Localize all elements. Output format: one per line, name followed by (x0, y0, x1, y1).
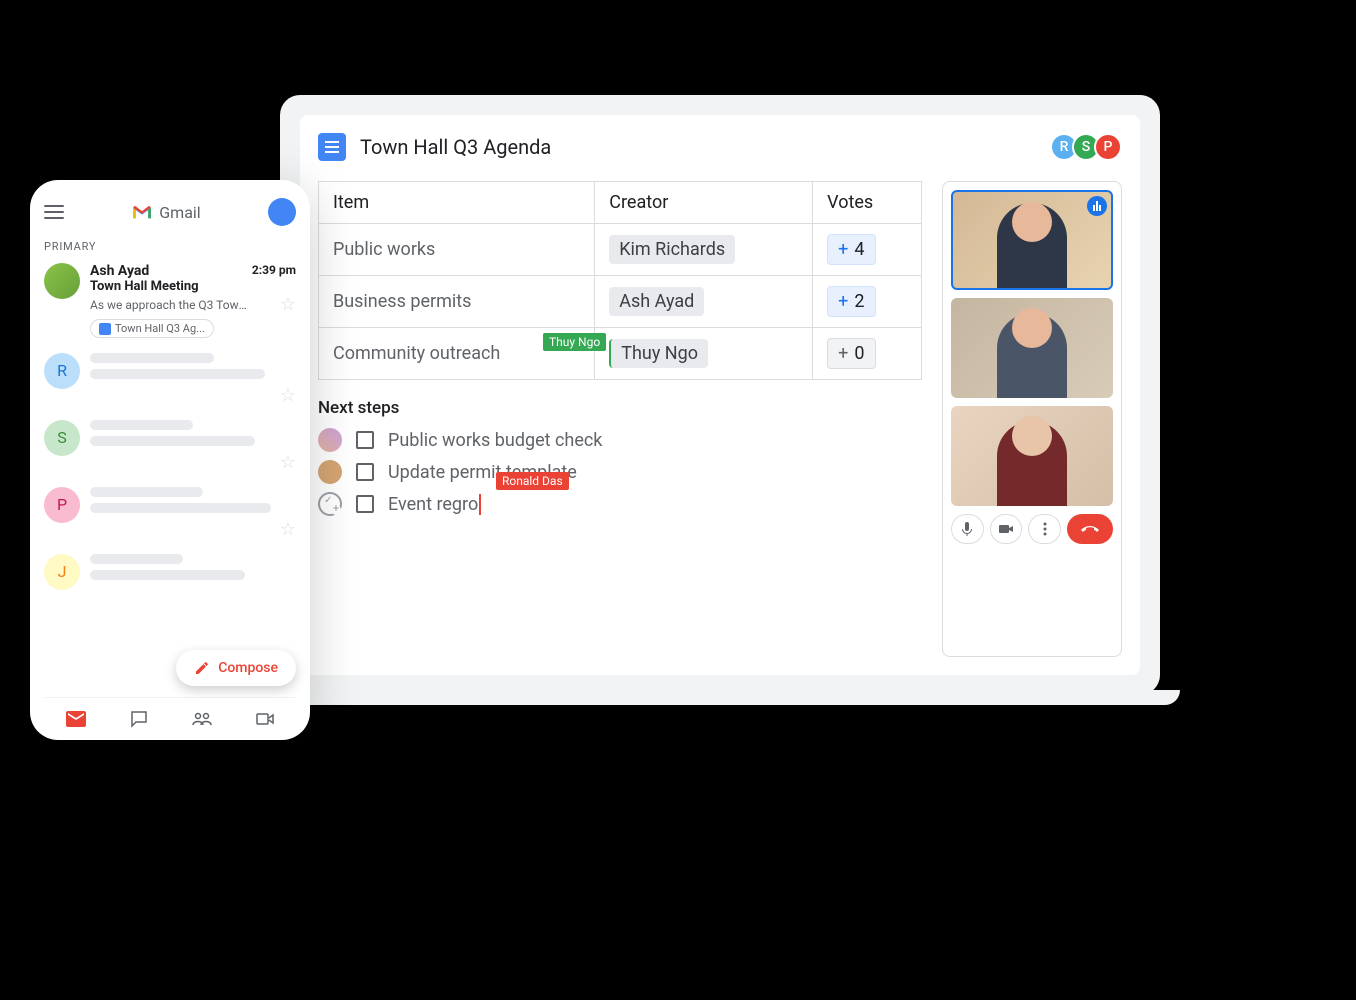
doc-header: Town Hall Q3 Agenda R S P (318, 133, 1122, 161)
meet-controls (951, 514, 1113, 544)
meet-tile[interactable] (951, 298, 1113, 398)
email-subject: Town Hall Meeting (90, 279, 296, 294)
doc-main-content[interactable]: Item Creator Votes Public works Kim Rich… (318, 181, 922, 657)
gmail-brand: Gmail (131, 203, 200, 222)
step-row[interactable]: Event regro Ronald Das (318, 492, 922, 516)
agenda-table[interactable]: Item Creator Votes Public works Kim Rich… (318, 181, 922, 380)
more-button[interactable] (1028, 514, 1061, 544)
plus-icon: + (838, 239, 848, 260)
collaborators: R S P (1056, 133, 1122, 161)
table-header-votes: Votes (813, 182, 922, 224)
collaborator-avatar-p[interactable]: P (1094, 133, 1122, 161)
meet-icon[interactable] (254, 708, 276, 730)
table-header-item: Item (319, 182, 595, 224)
sender-avatar[interactable]: S (44, 420, 80, 456)
star-icon[interactable]: ☆ (280, 519, 296, 540)
phone-device: Gmail PRIMARY Ash Ayad 2:39 pm Town Hall… (30, 180, 310, 740)
vote-chip[interactable]: +0 (827, 338, 875, 369)
checkbox[interactable] (356, 431, 374, 449)
item-cell[interactable]: Public works (319, 224, 595, 276)
item-cell[interactable]: Business permits (319, 276, 595, 328)
table-header-creator: Creator (595, 182, 813, 224)
docs-icon (99, 323, 111, 335)
sender-avatar[interactable]: R (44, 353, 80, 389)
step-row[interactable]: Update permit template (318, 460, 922, 484)
email-time: 2:39 pm (252, 263, 296, 277)
sender-avatar[interactable]: P (44, 487, 80, 523)
collaborator-cursor-label: Ronald Das (496, 472, 569, 490)
pencil-icon (194, 660, 210, 676)
assignee-avatar[interactable] (318, 428, 342, 452)
table-row[interactable]: Public works Kim Richards +4 (319, 224, 922, 276)
gmail-app-name: Gmail (159, 203, 200, 222)
doc-title[interactable]: Town Hall Q3 Agenda (360, 135, 1056, 159)
step-row[interactable]: Public works budget check (318, 428, 922, 452)
next-steps-heading: Next steps (318, 398, 922, 418)
vote-chip[interactable]: +2 (827, 286, 875, 317)
email-item[interactable]: Ash Ayad 2:39 pm Town Hall Meeting As we… (44, 263, 296, 339)
assignee-avatar[interactable] (318, 460, 342, 484)
step-text[interactable]: Event regro (388, 494, 481, 515)
creator-chip[interactable]: Ash Ayad (609, 287, 704, 316)
docs-icon (318, 133, 346, 161)
email-item[interactable]: R ☆ (44, 353, 296, 406)
sender-avatar[interactable] (44, 263, 80, 299)
docs-window: Town Hall Q3 Agenda R S P Item Creator V… (300, 115, 1140, 675)
table-row[interactable]: Community outreach Thuy Ngo +0 (319, 328, 922, 380)
mail-icon[interactable] (65, 708, 87, 730)
table-row[interactable]: Business permits Ash Ayad +2 (319, 276, 922, 328)
email-sender: Ash Ayad (90, 263, 149, 279)
video-button[interactable] (990, 514, 1023, 544)
meet-tile[interactable] (951, 406, 1113, 506)
gmail-logo-icon (131, 204, 153, 220)
meet-panel (942, 181, 1122, 657)
sender-avatar[interactable]: J (44, 554, 80, 590)
chat-icon[interactable] (128, 708, 150, 730)
inbox-section-label: PRIMARY (44, 240, 296, 253)
spaces-icon[interactable] (191, 708, 213, 730)
gmail-header: Gmail (44, 198, 296, 226)
mic-button[interactable] (951, 514, 984, 544)
laptop-device: Town Hall Q3 Agenda R S P Item Creator V… (280, 95, 1160, 695)
email-preview: As we approach the Q3 Town Ha... (90, 298, 250, 312)
attachment-chip[interactable]: Town Hall Q3 Ag... (90, 319, 214, 338)
plus-icon: + (838, 291, 848, 312)
menu-icon[interactable] (44, 205, 64, 219)
step-text[interactable]: Public works budget check (388, 430, 602, 451)
email-item[interactable]: S ☆ (44, 420, 296, 473)
vote-chip[interactable]: +4 (827, 234, 875, 265)
laptop-base (260, 690, 1180, 705)
checkbox[interactable] (356, 463, 374, 481)
star-icon[interactable]: ☆ (280, 452, 296, 473)
email-item[interactable]: P ☆ (44, 487, 296, 540)
profile-avatar[interactable] (268, 198, 296, 226)
meet-tile[interactable] (951, 190, 1113, 290)
star-icon[interactable]: ☆ (280, 385, 296, 406)
compose-button[interactable]: Compose (176, 650, 296, 686)
compose-label: Compose (218, 660, 278, 676)
assign-icon[interactable] (318, 492, 342, 516)
bottom-nav (44, 697, 296, 730)
checkbox[interactable] (356, 495, 374, 513)
star-icon[interactable]: ☆ (280, 294, 296, 315)
creator-chip[interactable]: Thuy Ngo (609, 339, 708, 368)
speaking-icon (1087, 196, 1107, 216)
attachment-name: Town Hall Q3 Ag... (115, 322, 205, 335)
collaborator-cursor-label: Thuy Ngo (543, 333, 606, 351)
plus-icon: + (838, 343, 848, 364)
hangup-button[interactable] (1067, 514, 1113, 544)
creator-chip[interactable]: Kim Richards (609, 235, 735, 264)
email-item[interactable]: J (44, 554, 296, 590)
